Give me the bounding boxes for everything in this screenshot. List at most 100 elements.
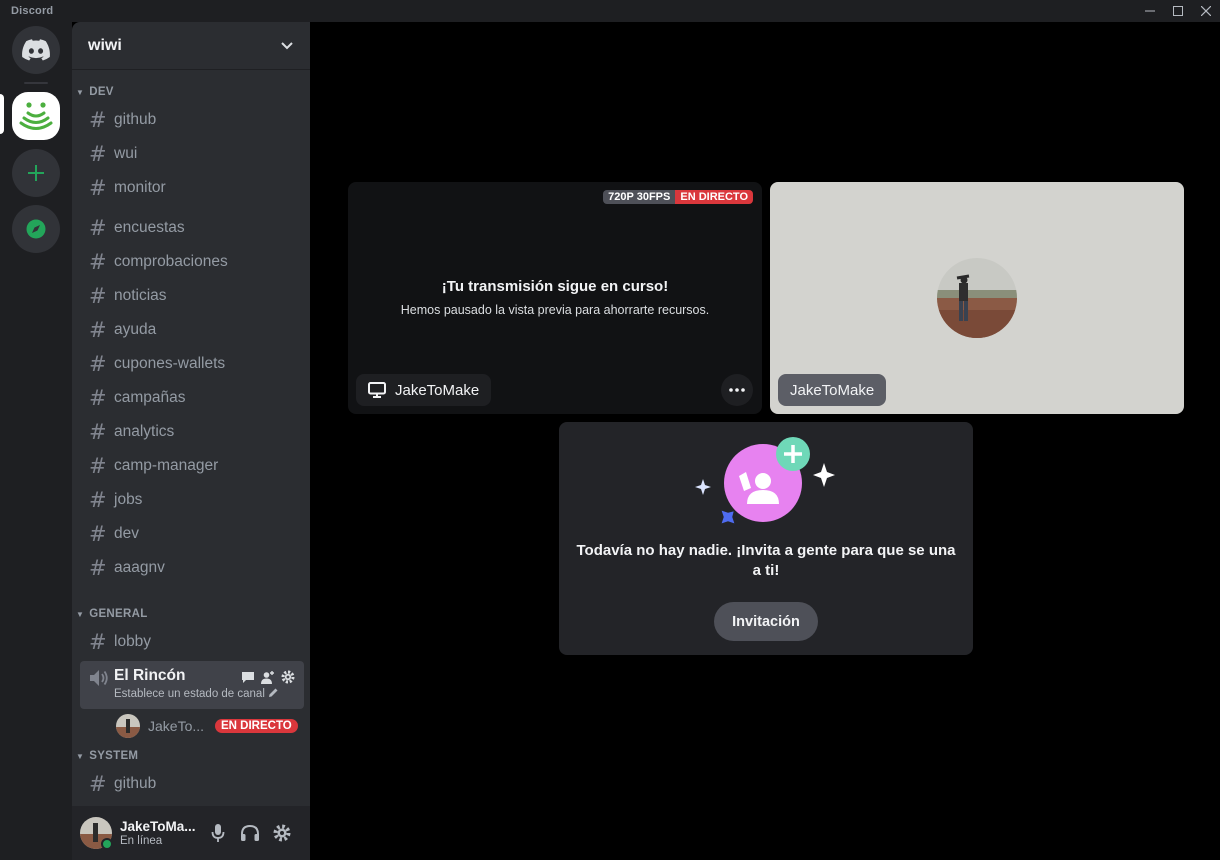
user-status: En línea — [120, 835, 163, 847]
user-info[interactable]: JakeToMa... En línea — [120, 819, 202, 847]
plus-icon — [28, 165, 44, 181]
hashtag-icon: # — [89, 385, 107, 410]
mute-button[interactable] — [202, 817, 234, 849]
stream-paused-title: ¡Tu transmisión sigue en curso! — [441, 278, 669, 295]
participant-name: JakeTo... — [148, 718, 205, 734]
explore-button[interactable] — [12, 205, 60, 253]
channel-camp-manager[interactable]: # camp-manager — [80, 450, 304, 482]
app-title: Discord — [11, 5, 54, 17]
channel-dev[interactable]: # dev — [80, 518, 304, 550]
headphones-icon — [241, 824, 259, 841]
rail-separator — [24, 82, 48, 84]
channel-label: github — [114, 111, 157, 128]
hashtag-icon: # — [89, 771, 107, 796]
avatar — [116, 714, 140, 738]
channel-encuestas[interactable]: # encuestas — [80, 212, 304, 244]
username: JakeToMa... — [120, 819, 196, 834]
server-wiwi[interactable] — [12, 92, 60, 140]
invite-tile: Todavía no hay nadie. ¡Invita a gente pa… — [559, 422, 973, 655]
channel-github[interactable]: # github — [80, 104, 304, 136]
channel-analytics[interactable]: # analytics — [80, 416, 304, 448]
speaker-icon — [90, 670, 108, 686]
channel-status-prompt[interactable]: Establece un estado de canal — [114, 688, 265, 700]
server-rail — [0, 22, 72, 860]
close-button[interactable] — [1192, 0, 1220, 22]
quality-badge: 720P 30FPS — [603, 190, 676, 204]
voice-participant[interactable]: JakeTo... EN DIRECTO — [80, 711, 304, 741]
guild-name: wiwi — [88, 36, 122, 54]
compass-icon — [26, 219, 46, 239]
online-status-dot — [101, 838, 113, 850]
category-system[interactable]: ▼ SYSTEM — [76, 748, 138, 764]
channel-label: dev — [114, 525, 139, 542]
more-dots-icon — [729, 388, 745, 392]
category-label: GENERAL — [89, 608, 148, 620]
user-settings-button[interactable] — [266, 817, 298, 849]
hashtag-icon: # — [89, 487, 107, 512]
guild-header[interactable]: wiwi — [72, 22, 310, 70]
channel-cupones-wallets[interactable]: # cupones-wallets — [80, 348, 304, 380]
sparkle-icon — [813, 463, 835, 487]
pencil-icon[interactable] — [268, 687, 279, 698]
camera-tile[interactable]: JakeToMake — [770, 182, 1184, 414]
hashtag-icon: # — [89, 107, 107, 132]
channel-lobby[interactable]: # lobby — [80, 626, 304, 658]
hashtag-icon: # — [89, 453, 107, 478]
channel-wui[interactable]: # wui — [80, 138, 304, 170]
channel-ayuda[interactable]: # ayuda — [80, 314, 304, 346]
maximize-icon — [1173, 6, 1183, 16]
channel-label: cupones-wallets — [114, 355, 226, 372]
channel-label: camp-manager — [114, 457, 219, 474]
user-avatar[interactable] — [80, 817, 113, 850]
chat-icon[interactable] — [240, 669, 256, 685]
hashtag-icon: # — [89, 555, 107, 580]
hashtag-icon: # — [89, 283, 107, 308]
sparkle-icon — [695, 479, 711, 495]
category-general[interactable]: ▼ GENERAL — [76, 606, 148, 622]
monitor-icon — [368, 382, 386, 398]
maximize-button[interactable] — [1164, 0, 1192, 22]
channel-aaagnv[interactable]: # aaagnv — [80, 552, 304, 584]
voice-stage: 720P 30FPS EN DIRECTO ¡Tu transmisión si… — [310, 22, 1220, 860]
home-button[interactable] — [12, 26, 60, 74]
channel-label: analytics — [114, 423, 175, 440]
channel-jobs[interactable]: # jobs — [80, 484, 304, 516]
channel-label: github — [114, 775, 157, 792]
gear-icon — [273, 824, 291, 842]
voice-channel-el-rincon[interactable]: El Rincón Establece un estado de canal — [80, 661, 304, 709]
stream-paused-subtitle: Hemos pausado la vista previa para ahorr… — [400, 303, 710, 317]
live-badge: EN DIRECTO — [675, 190, 753, 204]
chevron-down-icon: ▼ — [76, 87, 85, 97]
channel-label: aaagnv — [114, 559, 165, 576]
stream-tile[interactable]: 720P 30FPS EN DIRECTO ¡Tu transmisión si… — [348, 182, 762, 414]
invite-button[interactable]: Invitación — [714, 602, 818, 641]
more-options-button[interactable] — [721, 374, 753, 406]
channel-comprobaciones[interactable]: # comprobaciones — [80, 246, 304, 278]
channel-campanas[interactable]: # campañas — [80, 382, 304, 414]
close-icon — [1201, 6, 1211, 16]
hashtag-icon: # — [89, 175, 107, 200]
category-dev[interactable]: ▼ DEV — [76, 84, 114, 100]
channel-github-system[interactable]: # github — [80, 768, 304, 800]
category-label: SYSTEM — [89, 750, 139, 762]
chevron-down-icon: ▼ — [76, 609, 85, 619]
channel-noticias[interactable]: # noticias — [80, 280, 304, 312]
hashtag-icon: # — [89, 215, 107, 240]
add-user-icon[interactable] — [260, 669, 276, 685]
chevron-down-icon — [281, 41, 293, 49]
add-server-button[interactable] — [12, 149, 60, 197]
minimize-button[interactable] — [1136, 0, 1164, 22]
camera-name-tag: JakeToMake — [778, 374, 887, 406]
empty-invite-message: Todavía no hay nadie. ¡Invita a gente pa… — [576, 542, 956, 579]
discord-logo-icon — [22, 39, 50, 61]
invite-illustration — [695, 437, 835, 524]
gear-icon[interactable] — [280, 669, 296, 685]
channel-monitor[interactable]: # monitor — [80, 172, 304, 204]
deafen-button[interactable] — [234, 817, 266, 849]
channel-label: jobs — [114, 491, 143, 508]
user-panel: JakeToMa... En línea — [72, 806, 310, 860]
channel-label: lobby — [114, 633, 152, 650]
channel-label: monitor — [114, 179, 166, 196]
stream-badges: 720P 30FPS EN DIRECTO — [603, 190, 753, 204]
minimize-icon — [1145, 10, 1155, 12]
